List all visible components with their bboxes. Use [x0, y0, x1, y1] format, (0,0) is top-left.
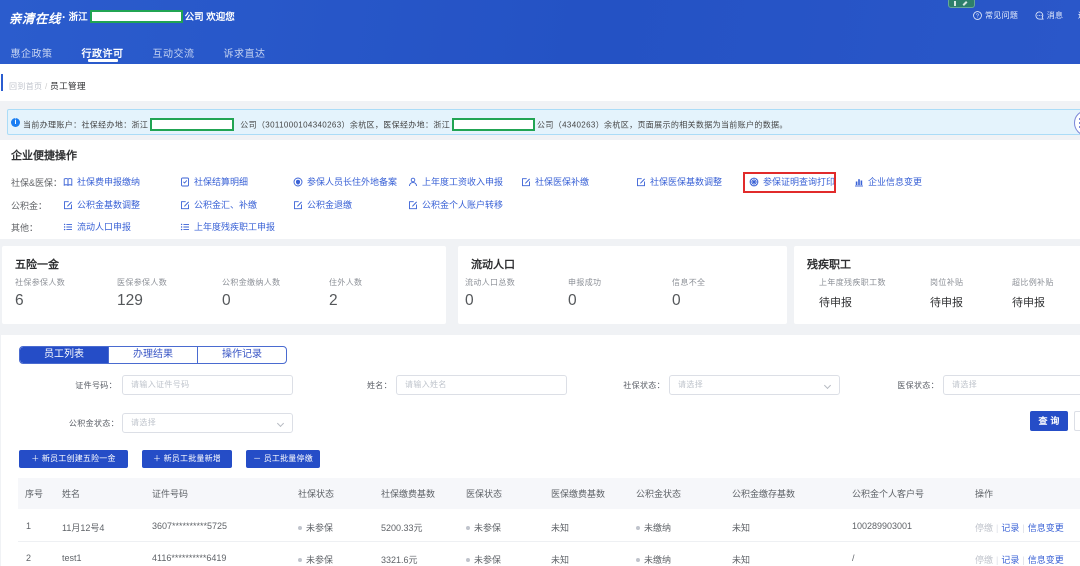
- svg-text:?: ?: [976, 14, 980, 20]
